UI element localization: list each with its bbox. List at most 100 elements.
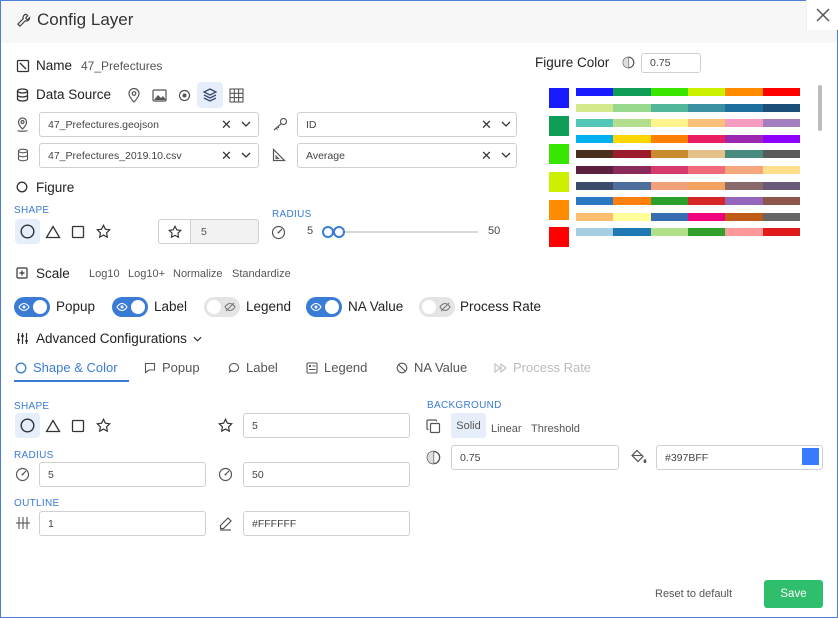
clear-icon[interactable]: ✕ <box>221 117 232 133</box>
radius-slider-track[interactable] <box>323 231 478 233</box>
csv-file-value: 47_Prefectures_2019.10.csv <box>48 149 182 162</box>
palette-color <box>576 134 614 143</box>
sc-fill-color-input[interactable]: #397BFF <box>656 445 823 470</box>
bg-option-solid[interactable]: Solid <box>451 413 486 438</box>
sc-shape-square-button[interactable] <box>67 413 89 438</box>
palette-color <box>650 197 688 206</box>
clear-icon[interactable]: ✕ <box>481 148 492 164</box>
advanced-config-toggle[interactable]: Advanced Configurations <box>36 331 202 346</box>
figure-color-swatch[interactable] <box>549 88 569 108</box>
shape-square-button[interactable] <box>67 219 89 244</box>
tab-label[interactable]: Label <box>228 360 278 375</box>
tab-popup[interactable]: Popup <box>144 360 200 375</box>
toggle-label-label: Label <box>154 299 188 314</box>
close-button[interactable] <box>806 0 838 30</box>
tab-process-rate[interactable]: Process Rate <box>494 360 591 375</box>
tab-shape-color[interactable]: Shape & Color <box>15 360 118 375</box>
palette-color <box>687 166 726 174</box>
palette-color <box>613 166 651 174</box>
sc-shape-triangle-button[interactable] <box>42 413 64 438</box>
scale-option-standardize[interactable]: Standardize <box>232 268 291 280</box>
figure-color-opacity-input[interactable]: 0.75 <box>641 53 701 73</box>
sc-shape-star-button[interactable] <box>92 413 114 438</box>
datasource-target-button[interactable] <box>174 85 194 105</box>
tab-legend[interactable]: Legend <box>306 360 367 375</box>
clear-icon[interactable]: ✕ <box>481 117 492 133</box>
figure-color-swatch[interactable] <box>549 200 569 220</box>
bg-option-linear[interactable]: Linear <box>487 421 526 437</box>
sc-opacity-input[interactable]: 0.75 <box>451 445 619 470</box>
toggle-legend[interactable] <box>204 297 240 317</box>
tab-shape-color-label: Shape & Color <box>33 360 118 375</box>
sc-outline-color-input[interactable]: #FFFFFF <box>243 511 410 536</box>
chevron-down-icon[interactable] <box>501 152 511 158</box>
tab-popup-label: Popup <box>162 360 200 375</box>
shape-circle-button[interactable] <box>15 219 40 244</box>
chevron-down-icon[interactable] <box>241 121 251 127</box>
shape-star-button[interactable] <box>92 219 114 244</box>
figure-color-swatch[interactable] <box>549 227 569 247</box>
palette-scrollbar[interactable] <box>818 85 822 131</box>
sc-outline-color-value: #FFFFFF <box>252 517 297 530</box>
save-button[interactable]: Save <box>764 580 823 608</box>
square-shape-icon <box>71 225 85 238</box>
toggle-na-value[interactable] <box>306 297 342 317</box>
chevron-down-icon[interactable] <box>501 121 511 127</box>
scale-option-log10plus[interactable]: Log10+ <box>128 268 165 280</box>
palette-color <box>650 166 688 174</box>
sc-background-label: BACKGROUND <box>427 400 502 411</box>
figure-radius-label: RADIUS <box>272 209 312 220</box>
circle-shape-icon <box>20 418 35 433</box>
eye-icon <box>116 302 128 312</box>
chevron-down-icon[interactable] <box>241 152 251 158</box>
radius-slider-max-handle[interactable] <box>333 226 345 238</box>
palette-row[interactable] <box>576 150 800 159</box>
datasource-layers-button[interactable] <box>197 82 223 108</box>
figure-color-swatch[interactable] <box>549 172 569 192</box>
geojson-file-value: 47_Prefectures.geojson <box>48 118 159 131</box>
sc-outline-width-input[interactable]: 1 <box>39 511 206 536</box>
figure-shape-label: SHAPE <box>14 205 50 216</box>
palette-row[interactable] <box>576 212 800 221</box>
palette-color <box>650 212 688 221</box>
scale-option-normalize[interactable]: Normalize <box>173 268 223 280</box>
palette-row[interactable] <box>576 166 800 174</box>
star-icon <box>167 224 182 238</box>
toggle-popup[interactable] <box>14 297 50 317</box>
tab-na-value[interactable]: NA Value <box>396 360 467 375</box>
active-tab-indicator <box>14 380 129 382</box>
palette-color <box>650 228 688 237</box>
palette-color <box>576 228 614 237</box>
palette-row[interactable] <box>576 88 800 96</box>
close-icon <box>815 8 830 22</box>
map-pin-icon <box>128 87 140 103</box>
palette-color <box>762 134 800 143</box>
palette-row[interactable] <box>576 119 800 128</box>
bg-option-threshold[interactable]: Threshold <box>527 421 584 437</box>
radius-max-value: 50 <box>488 225 501 237</box>
scale-option-log10[interactable]: Log10 <box>89 268 120 280</box>
reset-to-default-button[interactable]: Reset to default <box>655 588 732 600</box>
sc-size-input[interactable]: 5 <box>243 413 410 438</box>
toggle-process-rate[interactable] <box>419 297 455 317</box>
palette-row[interactable] <box>576 134 800 143</box>
sc-radius-max-input[interactable]: 50 <box>243 462 410 487</box>
data-source-label: Data Source <box>36 87 112 102</box>
figure-color-swatch[interactable] <box>549 116 569 136</box>
palette-row[interactable] <box>576 103 800 112</box>
palette-row[interactable] <box>576 228 800 237</box>
palette-row[interactable] <box>576 197 800 206</box>
shape-triangle-button[interactable] <box>42 219 64 244</box>
palette-color <box>576 119 614 128</box>
datasource-grid-button[interactable] <box>226 85 246 105</box>
palette-color <box>687 103 726 112</box>
figure-color-swatch[interactable] <box>549 144 569 164</box>
toggle-label[interactable] <box>112 297 148 317</box>
fill-color-swatch[interactable] <box>802 448 819 465</box>
datasource-map-pin-button[interactable] <box>124 85 144 105</box>
sc-radius-min-input[interactable]: 5 <box>39 462 206 487</box>
sc-shape-circle-button[interactable] <box>15 413 40 438</box>
datasource-image-button[interactable] <box>149 85 169 105</box>
palette-row[interactable] <box>576 181 800 190</box>
clear-icon[interactable]: ✕ <box>221 148 232 164</box>
